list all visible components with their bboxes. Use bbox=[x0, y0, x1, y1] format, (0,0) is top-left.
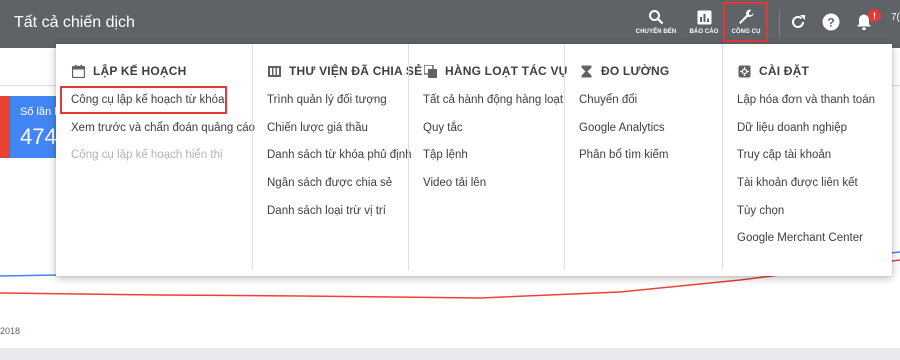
column-heading: HÀNG LOẠT TÁC VỤ bbox=[423, 64, 568, 78]
menu-list: Chuyển đổi Google Analytics Phân bổ tìm … bbox=[579, 94, 668, 177]
column-heading: THƯ VIỆN ĐÃ CHIA SẺ bbox=[267, 64, 422, 78]
menu-list: Tất cả hành động hàng loạt Quy tắc Tập l… bbox=[423, 94, 563, 205]
menu-item-preferences[interactable]: Tùy chọn bbox=[737, 205, 875, 233]
tools-button-highlight bbox=[723, 2, 768, 42]
menu-item-display-planner: Công cụ lập kế hoạch hiển thị bbox=[71, 149, 223, 162]
menu-item-account-access[interactable]: Truy cập tài khoản bbox=[737, 149, 875, 177]
top-bar: Tất cả chiến dịch CHUYỂN ĐẾN BÁO CÁO CÔN… bbox=[0, 0, 900, 48]
bar-chart-icon bbox=[697, 6, 712, 28]
menu-column-bulk-actions: HÀNG LOẠT TÁC VỤ Tất cả hành động hàng l… bbox=[408, 44, 567, 276]
svg-text:?: ? bbox=[827, 15, 834, 29]
hourglass-icon bbox=[579, 64, 593, 78]
menu-list: Trình quản lý đối tượng Chiến lược giá t… bbox=[267, 94, 412, 232]
menu-item-rules[interactable]: Quy tắc bbox=[423, 122, 563, 150]
menu-item-google-analytics[interactable]: Google Analytics bbox=[579, 122, 668, 150]
page-title: Tất cả chiến dịch bbox=[14, 14, 135, 31]
menu-item-audience-manager[interactable]: Trình quản lý đối tượng bbox=[267, 94, 412, 122]
help-icon: ? bbox=[822, 13, 840, 36]
menu-item-google-merchant-center[interactable]: Google Merchant Center bbox=[737, 232, 875, 260]
menu-item-billing-payments[interactable]: Lập hóa đơn và thanh toán bbox=[737, 94, 875, 122]
menu-list: Lập hóa đơn và thanh toán Dữ liệu doanh … bbox=[737, 94, 875, 260]
menu-item-all-bulk-actions[interactable]: Tất cả hành động hàng loạt bbox=[423, 94, 563, 122]
menu-item-negative-keyword-lists[interactable]: Danh sách từ khóa phủ định bbox=[267, 149, 412, 177]
menu-column-planning: LẬP KẾ HOẠCH Công cụ lập kế hoạch từ khó… bbox=[56, 44, 255, 276]
menu-item-linked-accounts[interactable]: Tài khoản được liên kết bbox=[737, 177, 875, 205]
column-heading: CÀI ĐẶT bbox=[737, 64, 809, 78]
account-id-truncated[interactable]: 7( bbox=[891, 12, 900, 23]
library-icon bbox=[267, 64, 281, 78]
chart-axis-label: 2018 bbox=[0, 326, 21, 336]
settings-icon bbox=[737, 64, 751, 78]
page-footer bbox=[0, 348, 900, 360]
menu-item-business-data[interactable]: Dữ liệu doanh nghiệp bbox=[737, 122, 875, 150]
reports-button[interactable]: BÁO CÁO bbox=[686, 6, 722, 42]
bulk-actions-icon bbox=[423, 64, 437, 78]
menu-item-conversions[interactable]: Chuyển đổi bbox=[579, 94, 668, 122]
menu-item-search-attribution[interactable]: Phân bổ tìm kiếm bbox=[579, 149, 668, 177]
menu-item-scripts[interactable]: Tập lệnh bbox=[423, 149, 563, 177]
metric-color-strip bbox=[0, 96, 10, 158]
column-heading: ĐO LƯỜNG bbox=[579, 64, 669, 78]
menu-column-settings: CÀI ĐẶT Lập hóa đơn và thanh toán Dữ liệ… bbox=[722, 44, 892, 276]
help-button[interactable]: ? bbox=[819, 12, 843, 36]
notification-badge: ! bbox=[868, 9, 881, 22]
go-to-button[interactable]: CHUYỂN ĐẾN bbox=[636, 6, 676, 42]
go-to-label: CHUYỂN ĐẾN bbox=[635, 29, 677, 35]
menu-column-shared-library: THƯ VIỆN ĐÃ CHIA SẺ Trình quản lý đối tư… bbox=[252, 44, 422, 276]
calendar-icon bbox=[71, 64, 85, 78]
menu-item-shared-budgets[interactable]: Ngân sách được chia sẻ bbox=[267, 177, 412, 205]
menu-item-ad-preview-diagnosis[interactable]: Xem trước và chẩn đoán quảng cáo bbox=[71, 122, 255, 150]
menu-item-placement-exclusion-lists[interactable]: Danh sách loại trừ vị trí bbox=[267, 205, 412, 233]
search-icon bbox=[648, 6, 664, 28]
toolbar-divider bbox=[779, 10, 780, 38]
refresh-button[interactable] bbox=[786, 12, 810, 36]
reports-label: BÁO CÁO bbox=[689, 29, 719, 35]
keyword-planner-highlight bbox=[60, 86, 227, 114]
menu-item-bid-strategies[interactable]: Chiến lược giá thầu bbox=[267, 122, 412, 150]
menu-item-video-uploads[interactable]: Video tải lên bbox=[423, 177, 563, 205]
menu-column-measurement: ĐO LƯỜNG Chuyển đổi Google Analytics Phâ… bbox=[564, 44, 722, 276]
refresh-icon bbox=[790, 14, 806, 35]
column-heading: LẬP KẾ HOẠCH bbox=[71, 64, 187, 78]
tools-menu: LẬP KẾ HOẠCH Công cụ lập kế hoạch từ khó… bbox=[56, 44, 892, 276]
